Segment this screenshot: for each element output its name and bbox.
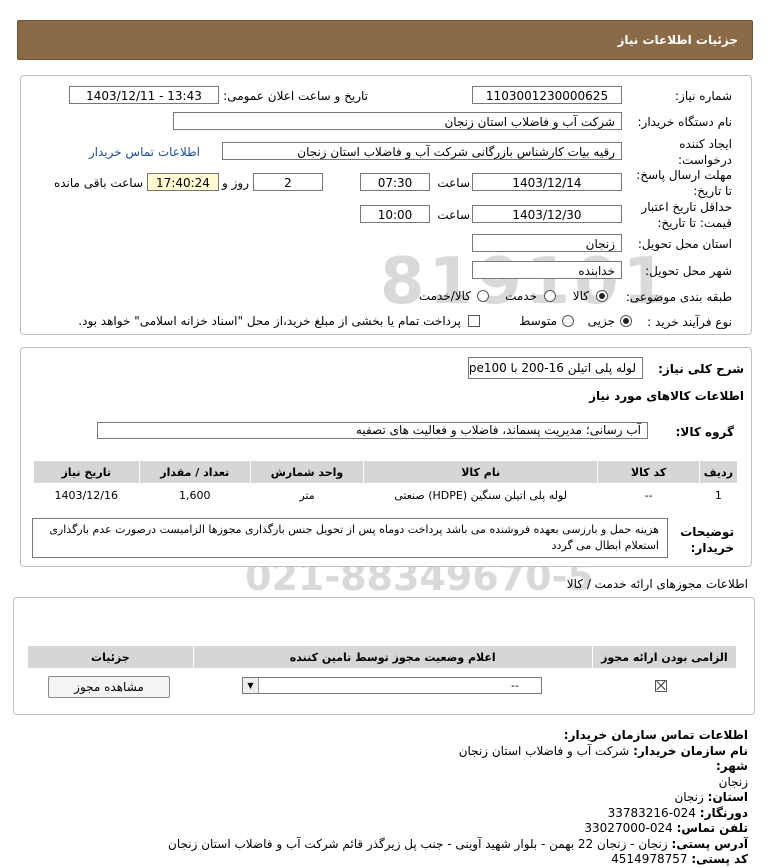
announce-label: تاریخ و ساعت اعلان عمومی: bbox=[223, 89, 368, 103]
send-time-label: ساعت bbox=[437, 176, 470, 190]
contact-title: اطلاعات تماس سازمان خریدار: bbox=[563, 728, 748, 742]
province-label: استان محل تحویل: bbox=[637, 237, 732, 251]
category-goods-service-label: کالا/خدمت bbox=[418, 289, 471, 303]
contact-province-label: استان: bbox=[707, 790, 748, 804]
need-number-field: 1103001230000625 bbox=[472, 86, 622, 104]
contact-org-label: نام سازمان خریدار: bbox=[633, 743, 748, 758]
col-qty: تعداد / مقدار bbox=[138, 460, 252, 484]
process-medium-radio[interactable] bbox=[562, 315, 574, 327]
permit-required-checkbox bbox=[655, 680, 667, 692]
contact-fax-label: دورنگار: bbox=[699, 805, 748, 820]
buyer-notes-box: هزینه حمل و بارزسی بعهده فروشنده می باشد… bbox=[32, 518, 668, 558]
col-name: نام کالا bbox=[362, 460, 599, 484]
notes-label-2: خریدار: bbox=[690, 541, 734, 555]
announce-field: 1403/12/11 - 13:43 bbox=[69, 86, 219, 104]
permits-table: الزامی بودن ارائه مجوز اعلام وضعیت مجوز … bbox=[27, 645, 738, 669]
contact-address-label: آدرس پستی: bbox=[671, 836, 748, 851]
creator-field: رقیه بیات کارشناس بازرگانی شرکت آب و فاض… bbox=[222, 142, 622, 160]
contact-city-value: زنجان bbox=[718, 774, 748, 789]
chevron-down-icon[interactable]: ▼ bbox=[243, 678, 259, 693]
remaining-time-field: 17:40:24 bbox=[147, 173, 219, 191]
process-medium-label: متوسط bbox=[519, 314, 557, 328]
category-service-radio[interactable] bbox=[544, 290, 556, 302]
category-goods-radio[interactable] bbox=[596, 290, 608, 302]
summary-field: لوله پلی اتیلن 16-200 با pe100 bbox=[468, 357, 643, 379]
goods-section-title: اطلاعات کالاهای مورد نیاز bbox=[589, 389, 744, 403]
permits-table-header: الزامی بودن ارائه مجوز اعلام وضعیت مجوز … bbox=[27, 645, 738, 669]
col-permit-details: جزئیات bbox=[27, 645, 194, 669]
city-field: خدابنده bbox=[472, 261, 622, 279]
validity-label-2: قیمت: تا تاریخ: bbox=[657, 216, 732, 230]
col-permit-required: الزامی بودن ارائه مجوز bbox=[591, 645, 738, 669]
contact-province-value: زنجان bbox=[674, 790, 704, 804]
process-minor-radio[interactable] bbox=[620, 315, 632, 327]
days-label: روز و bbox=[222, 176, 249, 190]
view-permit-button[interactable]: مشاهده مجوز bbox=[48, 676, 170, 698]
notes-label-1: توضیحات bbox=[680, 525, 734, 539]
cell-unit: متر bbox=[299, 488, 315, 502]
validity-date-field: 1403/12/30 bbox=[472, 205, 622, 223]
buyer-contact-link[interactable]: اطلاعات تماس خریدار bbox=[89, 145, 200, 159]
creator-label-1: ایجاد کننده bbox=[679, 137, 732, 151]
cell-date: 1403/12/16 bbox=[54, 488, 118, 502]
city-label: شهر محل تحویل: bbox=[645, 264, 732, 278]
table-row: 1 -- لوله پلی اتیلن سنگین (HDPE) صنعتی م… bbox=[34, 484, 738, 507]
col-unit: واحد شمارش bbox=[250, 460, 364, 484]
process-minor-label: جزیی bbox=[587, 314, 615, 328]
permit-status-value: -- bbox=[511, 679, 519, 692]
contact-phone-value: 024-33027000 bbox=[584, 821, 673, 835]
contact-postal-label: کد پستی: bbox=[691, 852, 748, 866]
send-deadline-label-1: مهلت ارسال پاسخ: bbox=[636, 168, 732, 182]
treasury-payment-checkbox[interactable] bbox=[468, 315, 480, 327]
cell-code: -- bbox=[644, 488, 653, 502]
buyer-name-field: شرکت آب و فاضلاب استان زنجان bbox=[173, 112, 622, 130]
contact-section: اطلاعات تماس سازمان خریدار: نام سازمان خ… bbox=[28, 728, 748, 868]
send-deadline-label-2: تا تاریخ: bbox=[693, 184, 732, 198]
goods-table: ردیف کد کالا نام کالا واحد شمارش تعداد /… bbox=[33, 460, 739, 507]
category-goods-label: کالا bbox=[572, 289, 589, 303]
page-title: جزئیات اطلاعات نیاز bbox=[617, 33, 738, 47]
contact-postal-value: 4514978757 bbox=[611, 852, 688, 866]
send-time-field: 07:30 bbox=[360, 173, 430, 191]
validity-label-1: حداقل تاریخ اعتبار bbox=[641, 200, 732, 214]
creator-label-2: درخواست: bbox=[678, 153, 732, 167]
col-date: تاریخ نیاز bbox=[33, 460, 140, 484]
goods-group-label: گروه کالا: bbox=[675, 425, 734, 439]
process-label: نوع فرآیند خرید : bbox=[647, 315, 732, 329]
goods-group-field: آب رسانی؛ مدیریت پسماند، فاضلاب و فعالیت… bbox=[97, 422, 648, 439]
buyer-name-label: نام دستگاه خریدار: bbox=[637, 115, 733, 129]
contact-org-value: شرکت آب و فاضلاب استان زنجان bbox=[458, 743, 630, 758]
goods-table-header: ردیف کد کالا نام کالا واحد شمارش تعداد /… bbox=[33, 460, 739, 484]
days-field: 2 bbox=[253, 173, 323, 191]
category-service-label: خدمت bbox=[505, 289, 537, 303]
permit-status-select[interactable]: -- ▼ bbox=[242, 677, 542, 694]
col-row: ردیف bbox=[698, 460, 739, 484]
contact-phone-label: تلفن تماس: bbox=[676, 821, 748, 835]
cell-row: 1 bbox=[714, 488, 722, 502]
need-number-label: شماره نیاز: bbox=[675, 89, 732, 103]
category-label: طبقه بندی موضوعی: bbox=[625, 290, 732, 304]
permits-section-title: اطلاعات مجوزهای ارائه خدمت / کالا bbox=[566, 577, 748, 591]
buyer-notes-text: هزینه حمل و بارزسی بعهده فروشنده می باشد… bbox=[49, 523, 659, 552]
page-header: جزئیات اطلاعات نیاز bbox=[17, 20, 753, 60]
validity-time-label: ساعت bbox=[437, 208, 470, 222]
province-field: زنجان bbox=[472, 234, 622, 252]
contact-city-label: شهر: bbox=[716, 759, 748, 773]
contact-fax-value: 024-33783216 bbox=[607, 805, 696, 820]
validity-time-field: 10:00 bbox=[360, 205, 430, 223]
col-code: کد کالا bbox=[597, 460, 700, 484]
cell-qty: 1,600 bbox=[179, 488, 211, 502]
send-date-field: 1403/12/14 bbox=[472, 173, 622, 191]
cell-name: لوله پلی اتیلن سنگین (HDPE) صنعتی bbox=[394, 488, 568, 502]
remaining-label: ساعت باقی مانده bbox=[53, 176, 143, 190]
treasury-payment-note: پرداخت تمام یا بخشی از مبلغ خرید،از محل … bbox=[78, 314, 461, 328]
summary-label: شرح کلی نیاز: bbox=[658, 362, 744, 376]
contact-address-value: زنجان - زنجان 22 بهمن - بلوار شهید آوینی… bbox=[168, 836, 668, 851]
category-goods-service-radio[interactable] bbox=[477, 290, 489, 302]
col-permit-status: اعلام وضعیت مجوز توسط تامین کننده bbox=[192, 645, 593, 669]
